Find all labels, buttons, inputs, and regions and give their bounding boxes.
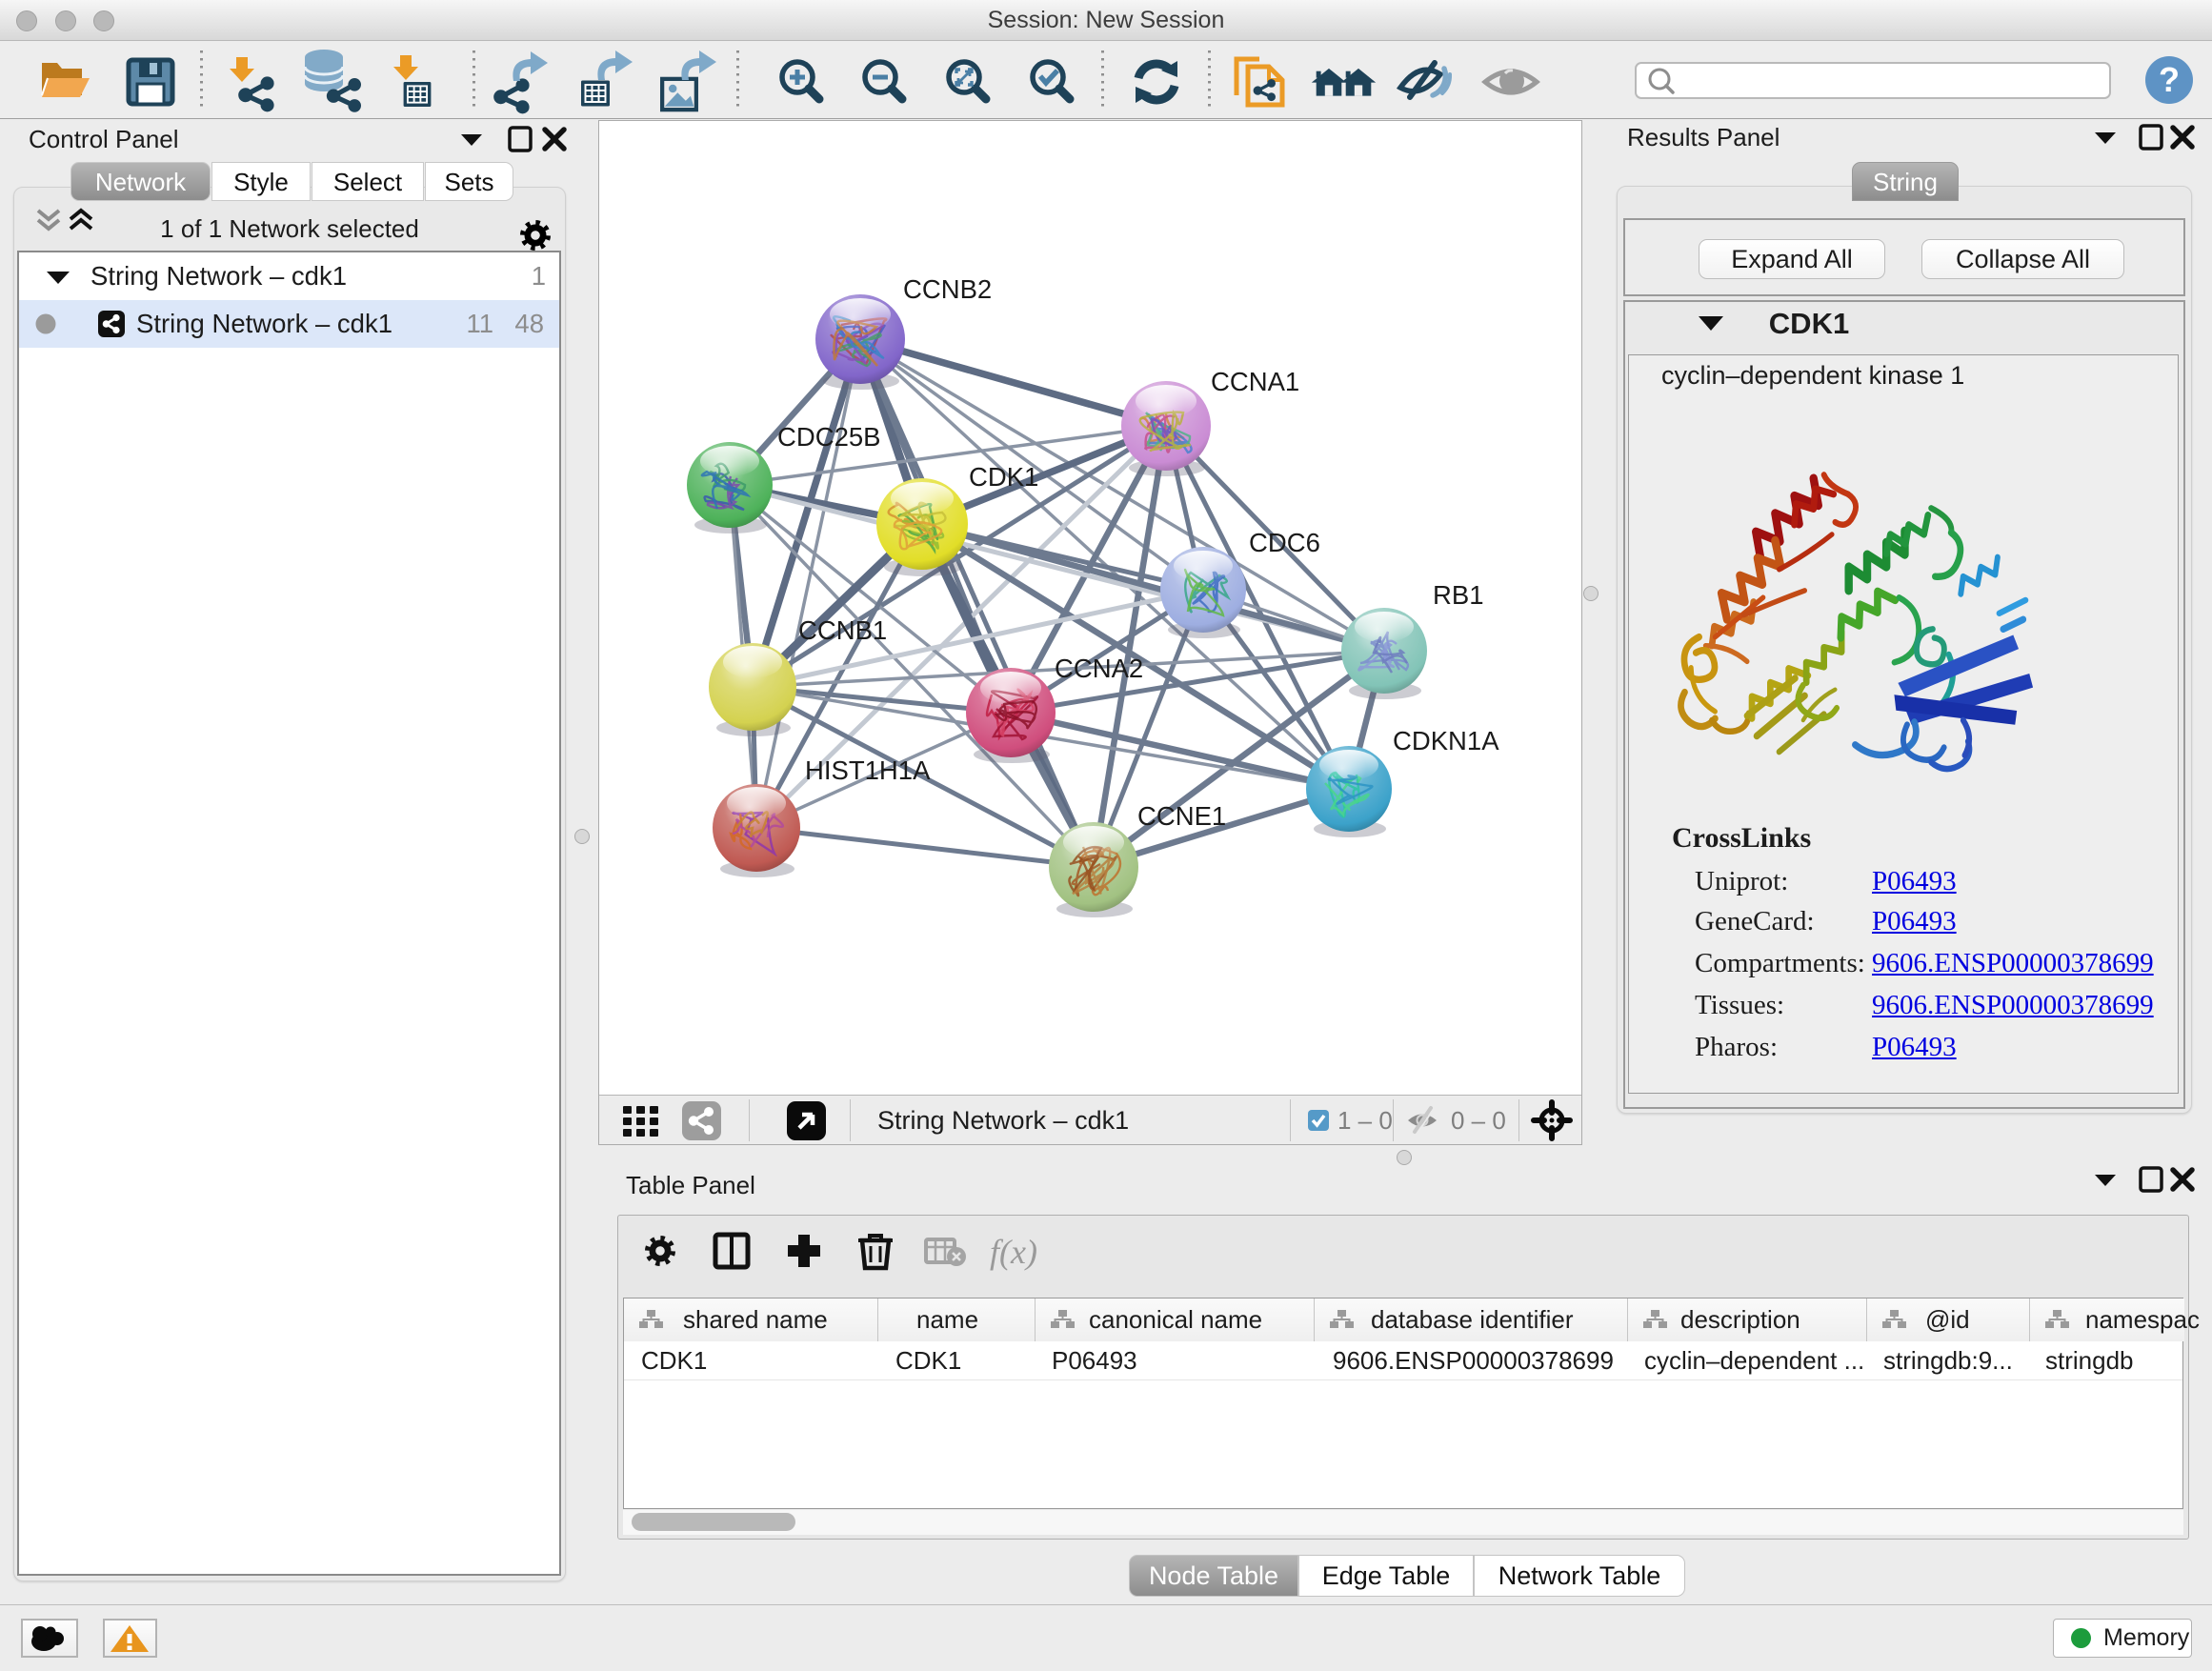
svg-text:1 of 1 Network selected: 1 of 1 Network selected xyxy=(160,214,419,243)
svg-text:?: ? xyxy=(2159,60,2180,99)
svg-text:CDK1: CDK1 xyxy=(969,462,1038,492)
svg-text:RB1: RB1 xyxy=(1433,580,1484,610)
svg-text:CDC25B: CDC25B xyxy=(777,422,881,452)
svg-text:f(x): f(x) xyxy=(990,1233,1037,1271)
svg-text:1 – 0: 1 – 0 xyxy=(1337,1106,1393,1135)
svg-text:CCNA1: CCNA1 xyxy=(1211,367,1299,396)
svg-text:CDKN1A: CDKN1A xyxy=(1393,726,1499,755)
svg-text:CCNE1: CCNE1 xyxy=(1137,801,1226,831)
svg-text:CCNA2: CCNA2 xyxy=(1055,654,1143,683)
svg-text:CCNB2: CCNB2 xyxy=(903,274,992,304)
svg-text:0 – 0: 0 – 0 xyxy=(1451,1106,1506,1135)
svg-text:CDC6: CDC6 xyxy=(1249,528,1320,557)
svg-text:HIST1H1A: HIST1H1A xyxy=(805,755,931,785)
svg-text:String Network – cdk1: String Network – cdk1 xyxy=(877,1106,1129,1135)
svg-text:CCNB1: CCNB1 xyxy=(798,615,887,645)
